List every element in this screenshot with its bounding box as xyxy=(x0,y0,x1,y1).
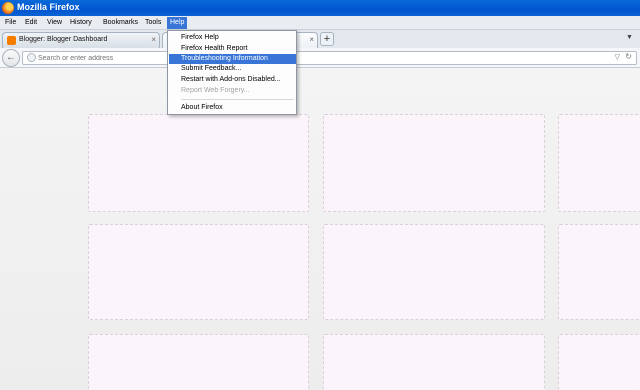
reload-icon[interactable]: ↻ xyxy=(625,52,632,61)
site-tile[interactable] xyxy=(323,224,545,320)
site-tile[interactable] xyxy=(88,334,309,390)
menu-item-report-web-forgery: Report Web Forgery... xyxy=(181,87,250,94)
blogger-icon xyxy=(7,36,16,45)
window-title: Mozilla Firefox xyxy=(17,2,80,12)
menu-item-about-firefox[interactable]: About Firefox xyxy=(169,103,296,113)
help-menu-dropdown: Firefox Help Firefox Health Report Troub… xyxy=(167,30,297,115)
menu-file[interactable]: File xyxy=(2,17,19,29)
chevron-down-icon[interactable]: ▽ xyxy=(615,53,620,61)
site-tile[interactable] xyxy=(88,114,309,212)
back-button[interactable]: ← xyxy=(2,49,20,67)
menu-bar: File Edit View History Bookmarks Tools H… xyxy=(0,16,640,30)
new-tab-page xyxy=(0,68,640,390)
globe-icon xyxy=(27,53,36,62)
title-bar: Mozilla Firefox xyxy=(0,0,640,16)
site-tile[interactable] xyxy=(558,114,640,212)
menu-item-health-report[interactable]: Firefox Health Report xyxy=(169,44,296,54)
site-tile[interactable] xyxy=(323,334,545,390)
menu-bookmarks[interactable]: Bookmarks xyxy=(100,17,141,29)
address-input[interactable] xyxy=(38,53,598,64)
close-icon[interactable]: × xyxy=(151,35,156,44)
site-tile[interactable] xyxy=(323,114,545,212)
site-tile[interactable] xyxy=(558,224,640,320)
list-all-tabs-icon[interactable]: ▼ xyxy=(626,34,636,44)
menu-item-firefox-help[interactable]: Firefox Help xyxy=(169,33,296,43)
menu-history[interactable]: History xyxy=(67,17,95,29)
menu-tools[interactable]: Tools xyxy=(142,17,164,29)
firefox-logo-icon xyxy=(2,2,14,14)
menu-item-submit-feedback[interactable]: Submit Feedback... xyxy=(169,64,296,74)
menu-separator xyxy=(181,99,294,100)
menu-view[interactable]: View xyxy=(44,17,65,29)
navigation-bar: ← ▽ ↻ xyxy=(0,48,640,68)
close-icon[interactable]: × xyxy=(309,35,314,44)
tab-blogger-dashboard[interactable]: Blogger: Blogger Dashboard × xyxy=(2,32,160,48)
url-bar[interactable]: ▽ ↻ xyxy=(22,51,637,65)
site-tile[interactable] xyxy=(558,334,640,390)
tab-label: Blogger: Blogger Dashboard xyxy=(19,36,108,43)
menu-item-troubleshooting[interactable]: Troubleshooting Information xyxy=(169,54,296,64)
menu-edit[interactable]: Edit xyxy=(22,17,40,29)
menu-item-restart-addons-disabled[interactable]: Restart with Add-ons Disabled... xyxy=(169,75,296,85)
menu-help[interactable]: Help xyxy=(167,17,188,29)
site-tile[interactable] xyxy=(88,224,309,320)
new-tab-button[interactable]: + xyxy=(320,32,334,46)
